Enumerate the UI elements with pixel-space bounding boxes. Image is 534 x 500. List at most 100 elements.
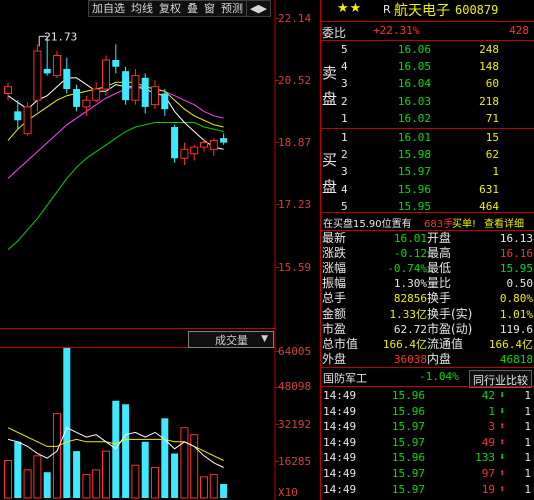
stat-value: 16.01 — [393, 232, 427, 245]
order-level: 3 — [341, 165, 348, 179]
volume-indicator-dropdown[interactable]: 成交量 ▼ — [188, 331, 274, 348]
view-detail-link[interactable]: 查看详细 — [484, 215, 524, 230]
chart-toolbar: 加自选 均线 复权 叠 窗 预测 ◀▶ — [88, 0, 271, 17]
arrow-down-icon: ⬇ — [498, 452, 505, 464]
buy-order-row[interactable]: 3 15.97 1 — [321, 163, 534, 181]
add-watchlist-button[interactable]: 加自选 — [89, 1, 128, 16]
volume-bar — [14, 441, 22, 498]
price-axis-label: 17.23 — [278, 198, 312, 211]
candle-body — [112, 59, 120, 67]
volume-bar — [171, 453, 179, 498]
order-alert-text: 在买盘15.90位置有 — [323, 219, 412, 230]
order-volume: 218 — [479, 94, 499, 108]
candle-body — [33, 50, 42, 101]
price-axis-label: 20.52 — [278, 74, 312, 87]
tick-price: 15.96 — [391, 404, 425, 418]
tick-volume: 97 — [481, 467, 495, 480]
tick-count: 1 — [524, 404, 531, 418]
arrow-up-icon: ⬆ — [498, 436, 505, 448]
stat-value: 1.30% — [393, 277, 427, 291]
stat-value: 16.13 — [499, 232, 533, 245]
volume-bar — [151, 467, 159, 499]
sell-order-row[interactable]: 4 16.05 148 — [321, 58, 534, 76]
candle-body — [180, 148, 189, 159]
volume-unit-label: X10 — [278, 486, 298, 499]
stat-row: 总市值 166.4亿 流通值 166.4亿 — [321, 337, 534, 352]
order-alert-bar[interactable]: 在买盘15.90位置有 683手 买单! 查看详细 — [321, 213, 534, 230]
stat-label: 换手 — [427, 291, 452, 306]
kline-chart-area[interactable]: 21.73 加自选 均线 复权 叠 窗 预测 ◀▶ 22.14 20.52 18… — [0, 0, 320, 500]
window-button[interactable]: 窗 — [201, 1, 218, 16]
stat-label: 涨跌 — [322, 246, 347, 261]
ma60-line — [7, 122, 224, 251]
sell-order-row[interactable]: 2 16.03 218 — [321, 93, 534, 111]
order-ratio-diff: 428 — [509, 24, 529, 37]
stat-row: 总手 82856 换手 0.80% — [321, 291, 534, 306]
star-icon[interactable]: ★★ — [337, 1, 362, 16]
candle-body — [43, 68, 51, 74]
overlay-button[interactable]: 叠 — [184, 1, 201, 16]
sector-name[interactable]: 国防军工 — [323, 370, 367, 386]
moving-average-button[interactable]: 均线 — [128, 1, 156, 16]
stat-label: 开盘 — [427, 231, 452, 245]
order-price: 16.03 — [397, 94, 431, 108]
sell-order-row[interactable]: 1 16.02 71 — [321, 110, 534, 128]
stat-label: 最新 — [322, 231, 347, 245]
price-axis-label: 22.14 — [278, 12, 312, 25]
tick-volume: 42 — [481, 389, 495, 402]
tick-row: 14:49 15.97 19 ⬆ 1 — [321, 482, 534, 497]
buy-order-row[interactable]: 4 15.96 631 — [321, 181, 534, 199]
stat-value: 119.6 — [499, 322, 533, 336]
tick-time: 14:49 — [323, 389, 357, 402]
order-volume: 1 — [492, 165, 499, 179]
stat-label: 量比 — [427, 276, 452, 291]
candle-body — [131, 75, 140, 101]
stat-value: 0.80% — [499, 292, 533, 306]
candle-body — [73, 89, 81, 107]
stat-label: 最低 — [427, 261, 452, 276]
stat-value: 166.4亿 — [382, 337, 427, 351]
tick-count: 1 — [524, 435, 531, 449]
stat-value: 1.33亿 — [389, 307, 428, 321]
order-price: 16.01 — [397, 131, 431, 144]
price-axis-label: 15.59 — [278, 261, 312, 274]
stat-value: 16.16 — [499, 247, 533, 261]
arrow-down-icon: ⬇ — [498, 405, 505, 417]
scroll-arrows-icon[interactable]: ◀▶ — [246, 1, 270, 16]
tick-price: 15.97 — [391, 435, 425, 449]
buy-order-row[interactable]: 2 15.98 62 — [321, 146, 534, 164]
order-level: 2 — [341, 148, 348, 162]
candle-body — [200, 142, 208, 148]
volume-axis-label: 32192 — [278, 418, 312, 431]
stat-label: 涨幅 — [322, 261, 347, 276]
stat-value: 36038 — [393, 352, 427, 366]
kline-chart[interactable]: 21.73 — [0, 0, 320, 500]
order-alert-count: 683手 — [424, 219, 454, 230]
stat-row: 最新 16.01 开盘 16.13 — [321, 231, 534, 246]
volume-bar — [102, 450, 110, 499]
stat-label: 外盘 — [322, 351, 347, 366]
volume-indicator-label: 成交量 — [215, 333, 248, 347]
volume-bar — [209, 474, 218, 499]
stat-label: 内盘 — [427, 351, 452, 366]
tick-row: 14:49 15.97 3 ⬆ 1 — [321, 419, 534, 434]
stat-row: 金额 1.33亿 换手(实) 1.01% — [321, 307, 534, 322]
buy-order-row[interactable]: 1 16.01 15 — [321, 129, 534, 147]
sell-order-row[interactable]: 5 16.06 248 — [321, 41, 534, 59]
sell-order-row[interactable]: 3 16.04 60 — [321, 75, 534, 93]
tick-row: 14:49 15.96 1 ⬇ 1 — [321, 404, 534, 419]
volume-bar — [161, 418, 169, 498]
order-price: 16.02 — [397, 111, 431, 125]
stat-label: 市盈(动) — [427, 321, 473, 336]
forecast-button[interactable]: 预测 — [218, 1, 246, 16]
order-volume: 464 — [479, 199, 499, 213]
tick-count: 1 — [524, 467, 531, 480]
stat-value: -0.12 — [393, 247, 427, 261]
stat-value: 62.72 — [393, 322, 427, 336]
stat-value: -0.74% — [387, 262, 427, 276]
volume-axis-label: 64005 — [278, 345, 312, 358]
stat-value: 82856 — [393, 292, 427, 306]
tick-price: 15.97 — [391, 420, 425, 434]
price-adjust-button[interactable]: 复权 — [156, 1, 184, 16]
candle-body — [82, 99, 91, 108]
